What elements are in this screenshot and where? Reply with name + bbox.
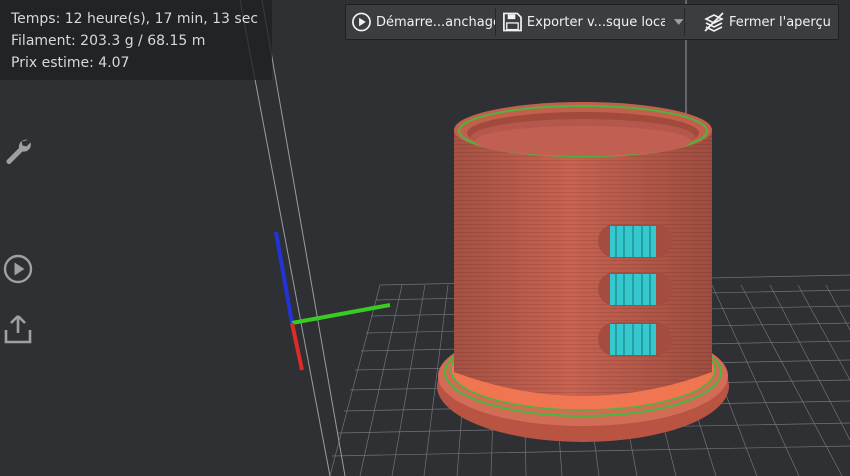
export-local-disk-label: Exporter v...sque local (526, 14, 665, 30)
start-slicing-label: Démarre...anchage (375, 14, 495, 30)
export-local-disk-button[interactable]: Exporter v...sque local (496, 5, 684, 39)
print-stats-panel: Temps: 12 heure(s), 17 min, 13 sec Filam… (0, 0, 272, 80)
wrench-icon[interactable] (2, 134, 34, 166)
estimated-price: Prix estime: 4.07 (11, 55, 130, 71)
slot-bottom (598, 322, 672, 356)
slot-middle (598, 272, 672, 306)
slot-top (598, 224, 672, 258)
play-circle-icon (352, 12, 371, 32)
x-axis (290, 322, 304, 371)
y-axis (291, 303, 391, 325)
start-slicing-button[interactable]: Démarre...anchage (346, 5, 495, 39)
print-time: Temps: 12 heure(s), 17 min, 13 sec (11, 11, 259, 27)
share-upload-icon[interactable] (2, 313, 34, 345)
close-preview-button[interactable]: Fermer l'aperçu (685, 5, 835, 39)
sliced-model-preview (437, 102, 729, 442)
z-axis (274, 231, 294, 324)
chevron-down-icon[interactable] (673, 16, 684, 28)
preview-toolbar: Démarre...anchage Exporter v...sque loca… (345, 4, 839, 40)
save-disk-icon (503, 12, 522, 32)
close-preview-label: Fermer l'aperçu (729, 14, 831, 30)
layers-close-icon (704, 12, 724, 32)
play-circle-icon[interactable] (2, 253, 34, 285)
axis-gizmo (274, 231, 391, 371)
filament-usage: Filament: 203.3 g / 68.15 m (11, 33, 206, 49)
